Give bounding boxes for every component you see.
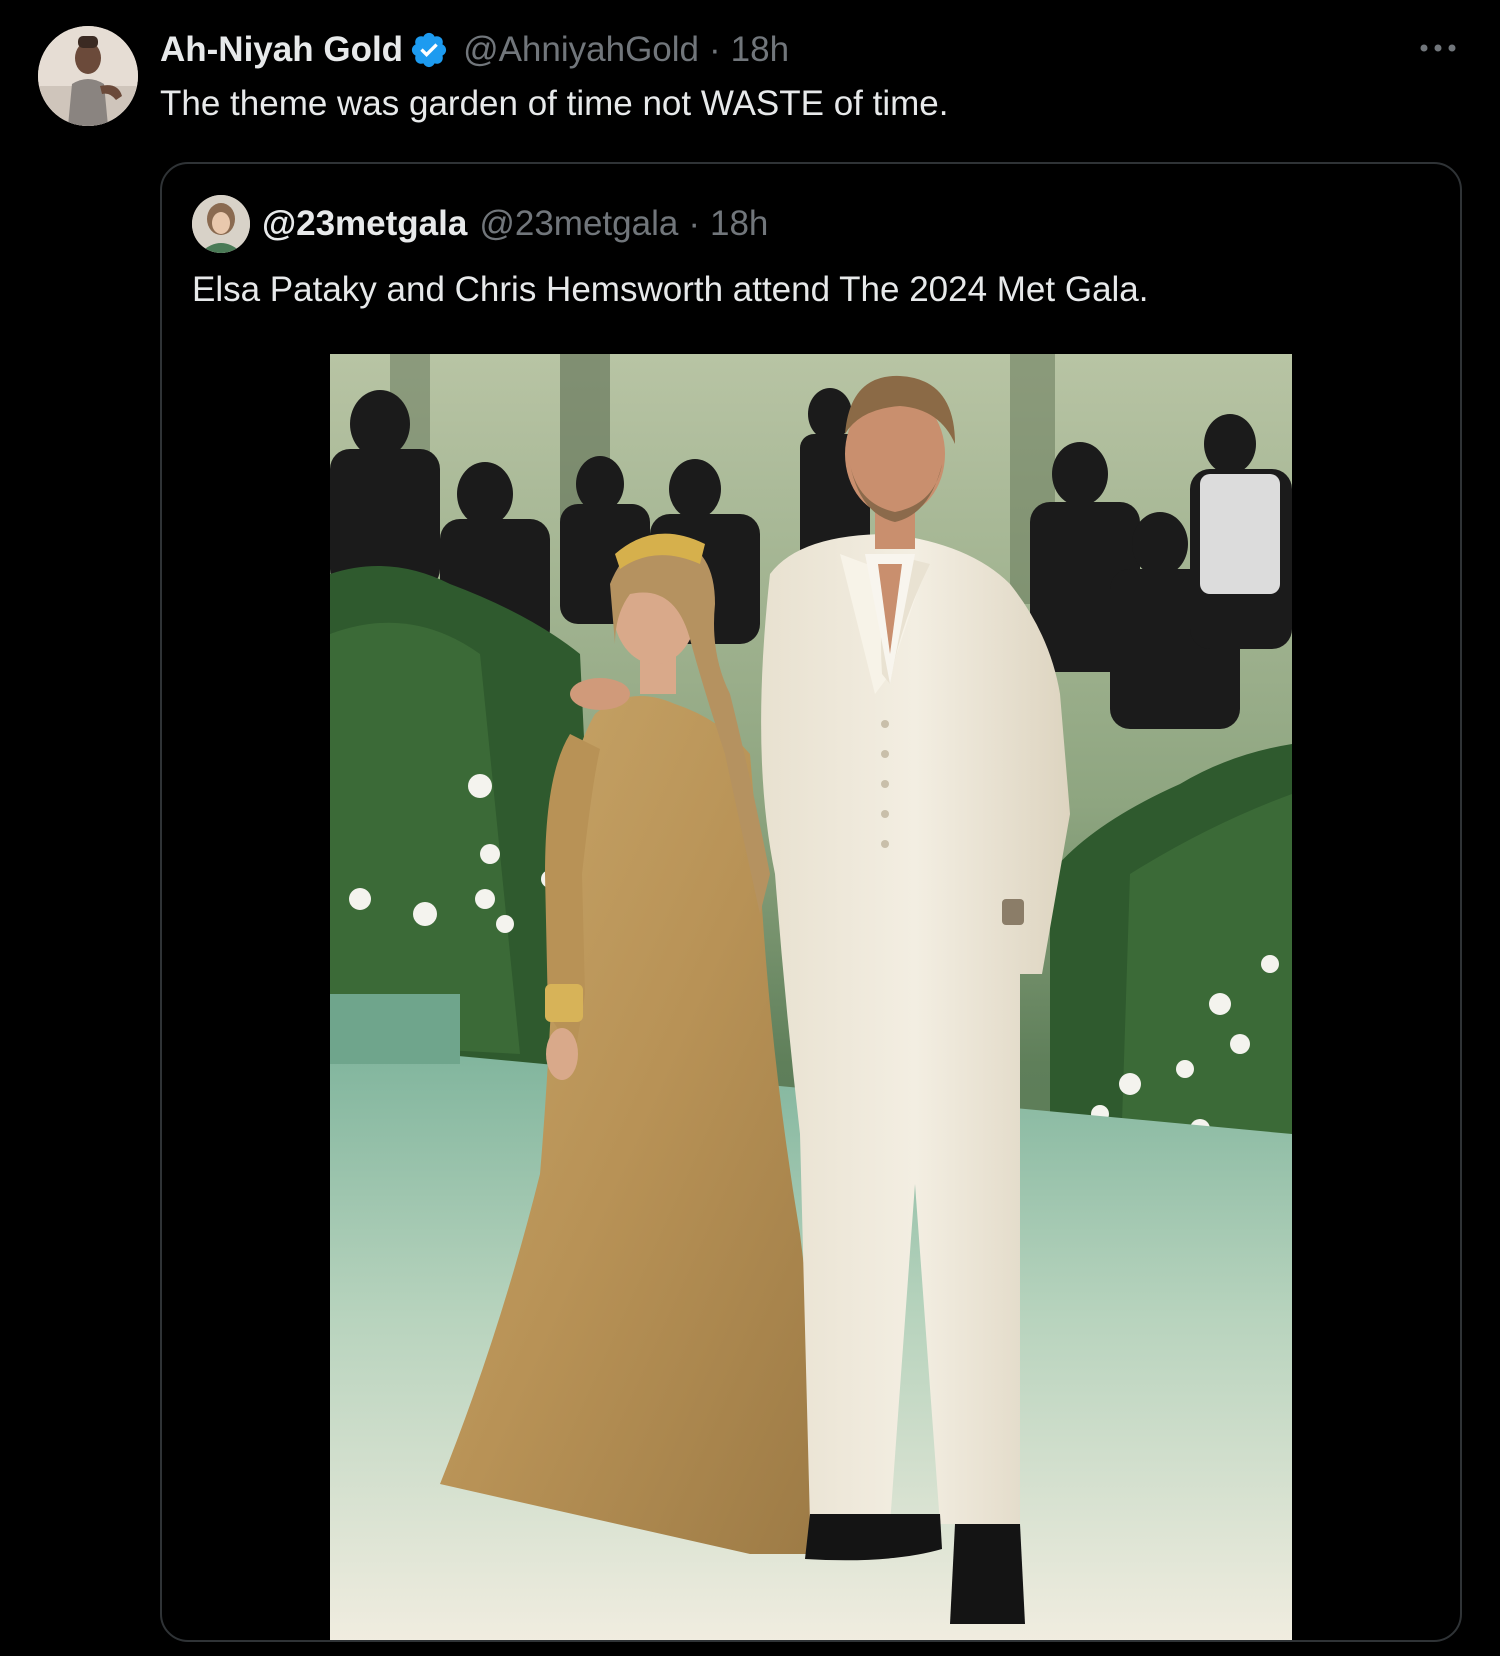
quoted-author-avatar[interactable] [192, 195, 250, 253]
quoted-author-display-name[interactable]: @23metgala [262, 204, 467, 244]
quoted-tweet-timestamp[interactable]: 18h [710, 204, 768, 244]
verified-badge-icon [409, 30, 449, 70]
quoted-tweet[interactable]: @23metgala @23metgala · 18h Elsa Pataky … [160, 162, 1462, 1642]
author-avatar[interactable] [38, 26, 138, 126]
quoted-tweet-photo[interactable] [330, 354, 1292, 1640]
quoted-tweet-text: Elsa Pataky and Chris Hemsworth attend T… [192, 270, 1149, 309]
quoted-tweet-header: @23metgala @23metgala · 18h [192, 194, 768, 254]
tweet-timestamp[interactable]: 18h [731, 30, 789, 70]
quoted-separator-dot: · [688, 204, 700, 243]
separator-dot: · [709, 30, 721, 69]
more-horizontal-icon [1420, 44, 1456, 52]
quoted-author-handle[interactable]: @23metgala [479, 204, 678, 244]
tweet-text: The theme was garden of time not WASTE o… [160, 84, 949, 123]
more-options-button[interactable] [1414, 30, 1462, 66]
author-handle[interactable]: @AhniyahGold [463, 30, 699, 70]
author-display-name[interactable]: Ah-Niyah Gold [160, 30, 403, 70]
tweet-header: Ah-Niyah Gold @AhniyahGold · 18h [160, 28, 789, 72]
tweet[interactable]: Ah-Niyah Gold @AhniyahGold · 18h The the… [0, 0, 1500, 1656]
